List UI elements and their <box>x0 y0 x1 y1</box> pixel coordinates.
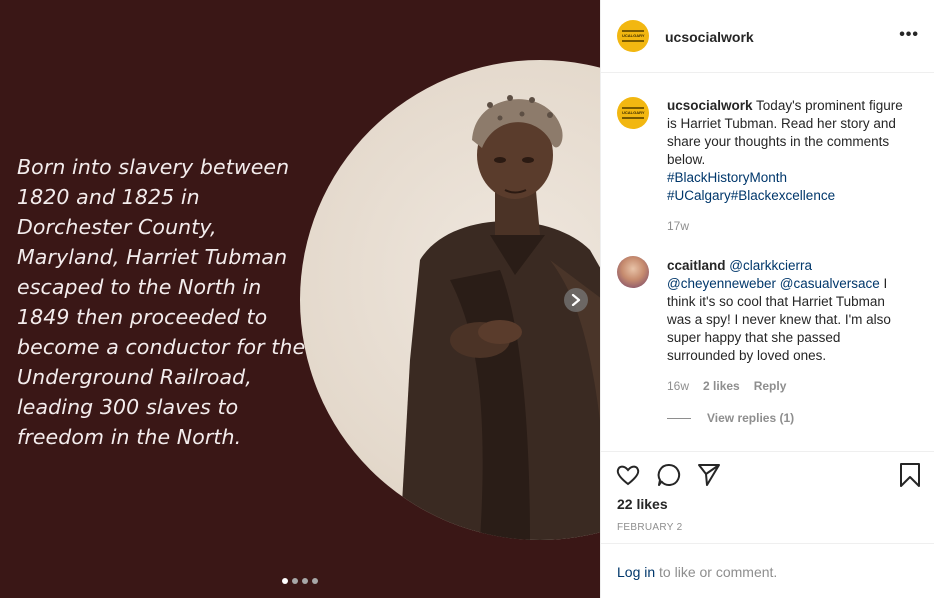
post-caption: ucsocialwork Today's prominent figure is… <box>667 97 907 205</box>
view-replies-button[interactable]: View replies (1) <box>667 411 794 425</box>
portrait-photo <box>300 60 600 540</box>
post-media[interactable]: Born into slavery between 1820 and 1825 … <box>0 0 600 598</box>
caption-timestamp: 17w <box>667 219 690 233</box>
divider <box>667 417 691 419</box>
header-username[interactable]: ucsocialwork <box>665 29 754 45</box>
more-options-icon[interactable]: ••• <box>899 26 919 44</box>
caption-avatar[interactable]: UCALGARY <box>617 97 649 129</box>
carousel-dot <box>282 578 288 584</box>
chevron-right-icon <box>571 294 581 306</box>
university-logo-icon: UCALGARY <box>622 107 645 119</box>
media-overlay-text: Born into slavery between 1820 and 1825 … <box>17 155 306 449</box>
view-replies-label: View replies (1) <box>707 411 795 425</box>
post-header: UCALGARY ucsocialwork ••• <box>601 0 934 73</box>
comment-likes[interactable]: 2 likes <box>703 379 740 393</box>
comment-meta: 16w 2 likes Reply <box>667 379 786 393</box>
login-link[interactable]: Log in <box>617 564 655 580</box>
comment-timestamp: 16w <box>667 379 690 393</box>
hashtag-link[interactable]: #UCalgary#Blackexcellence <box>667 187 907 205</box>
commenter-avatar[interactable] <box>617 256 649 288</box>
caption-username[interactable]: ucsocialwork <box>667 98 753 113</box>
reply-button[interactable]: Reply <box>754 379 787 393</box>
comment-text: ccaitland @clarkkcierra @cheyenneweber @… <box>667 257 905 365</box>
mention-link[interactable]: @casualversace <box>780 276 880 291</box>
comment-username[interactable]: ccaitland <box>667 258 726 273</box>
mention-link[interactable]: @cheyenneweber <box>667 276 776 291</box>
post-sidebar: UCALGARY ucsocialwork ••• UCALGARY ucsoc… <box>600 0 934 598</box>
university-logo-icon: UCALGARY <box>622 30 645 42</box>
post-actions: 22 likes FEBRUARY 2 <box>601 451 934 543</box>
comment-icon[interactable] <box>656 462 682 488</box>
heart-icon[interactable] <box>615 462 641 488</box>
carousel-dots <box>282 578 318 584</box>
carousel-dot <box>312 578 318 584</box>
avatar[interactable]: UCALGARY <box>617 20 649 52</box>
login-prompt: Log in to like or comment. <box>601 543 934 598</box>
carousel-dot <box>302 578 308 584</box>
next-slide-button[interactable] <box>564 288 588 312</box>
post-date: FEBRUARY 2 <box>617 522 683 533</box>
bookmark-icon[interactable] <box>897 462 923 488</box>
carousel-dot <box>292 578 298 584</box>
hashtag-link[interactable]: #BlackHistoryMonth <box>667 169 907 187</box>
comments-section: UCALGARY ucsocialwork Today's prominent … <box>601 73 934 451</box>
mention-link[interactable]: @clarkkcierra <box>729 258 812 273</box>
login-prompt-text: to like or comment. <box>655 564 778 580</box>
likes-count[interactable]: 22 likes <box>617 496 668 512</box>
share-icon[interactable] <box>696 462 722 488</box>
